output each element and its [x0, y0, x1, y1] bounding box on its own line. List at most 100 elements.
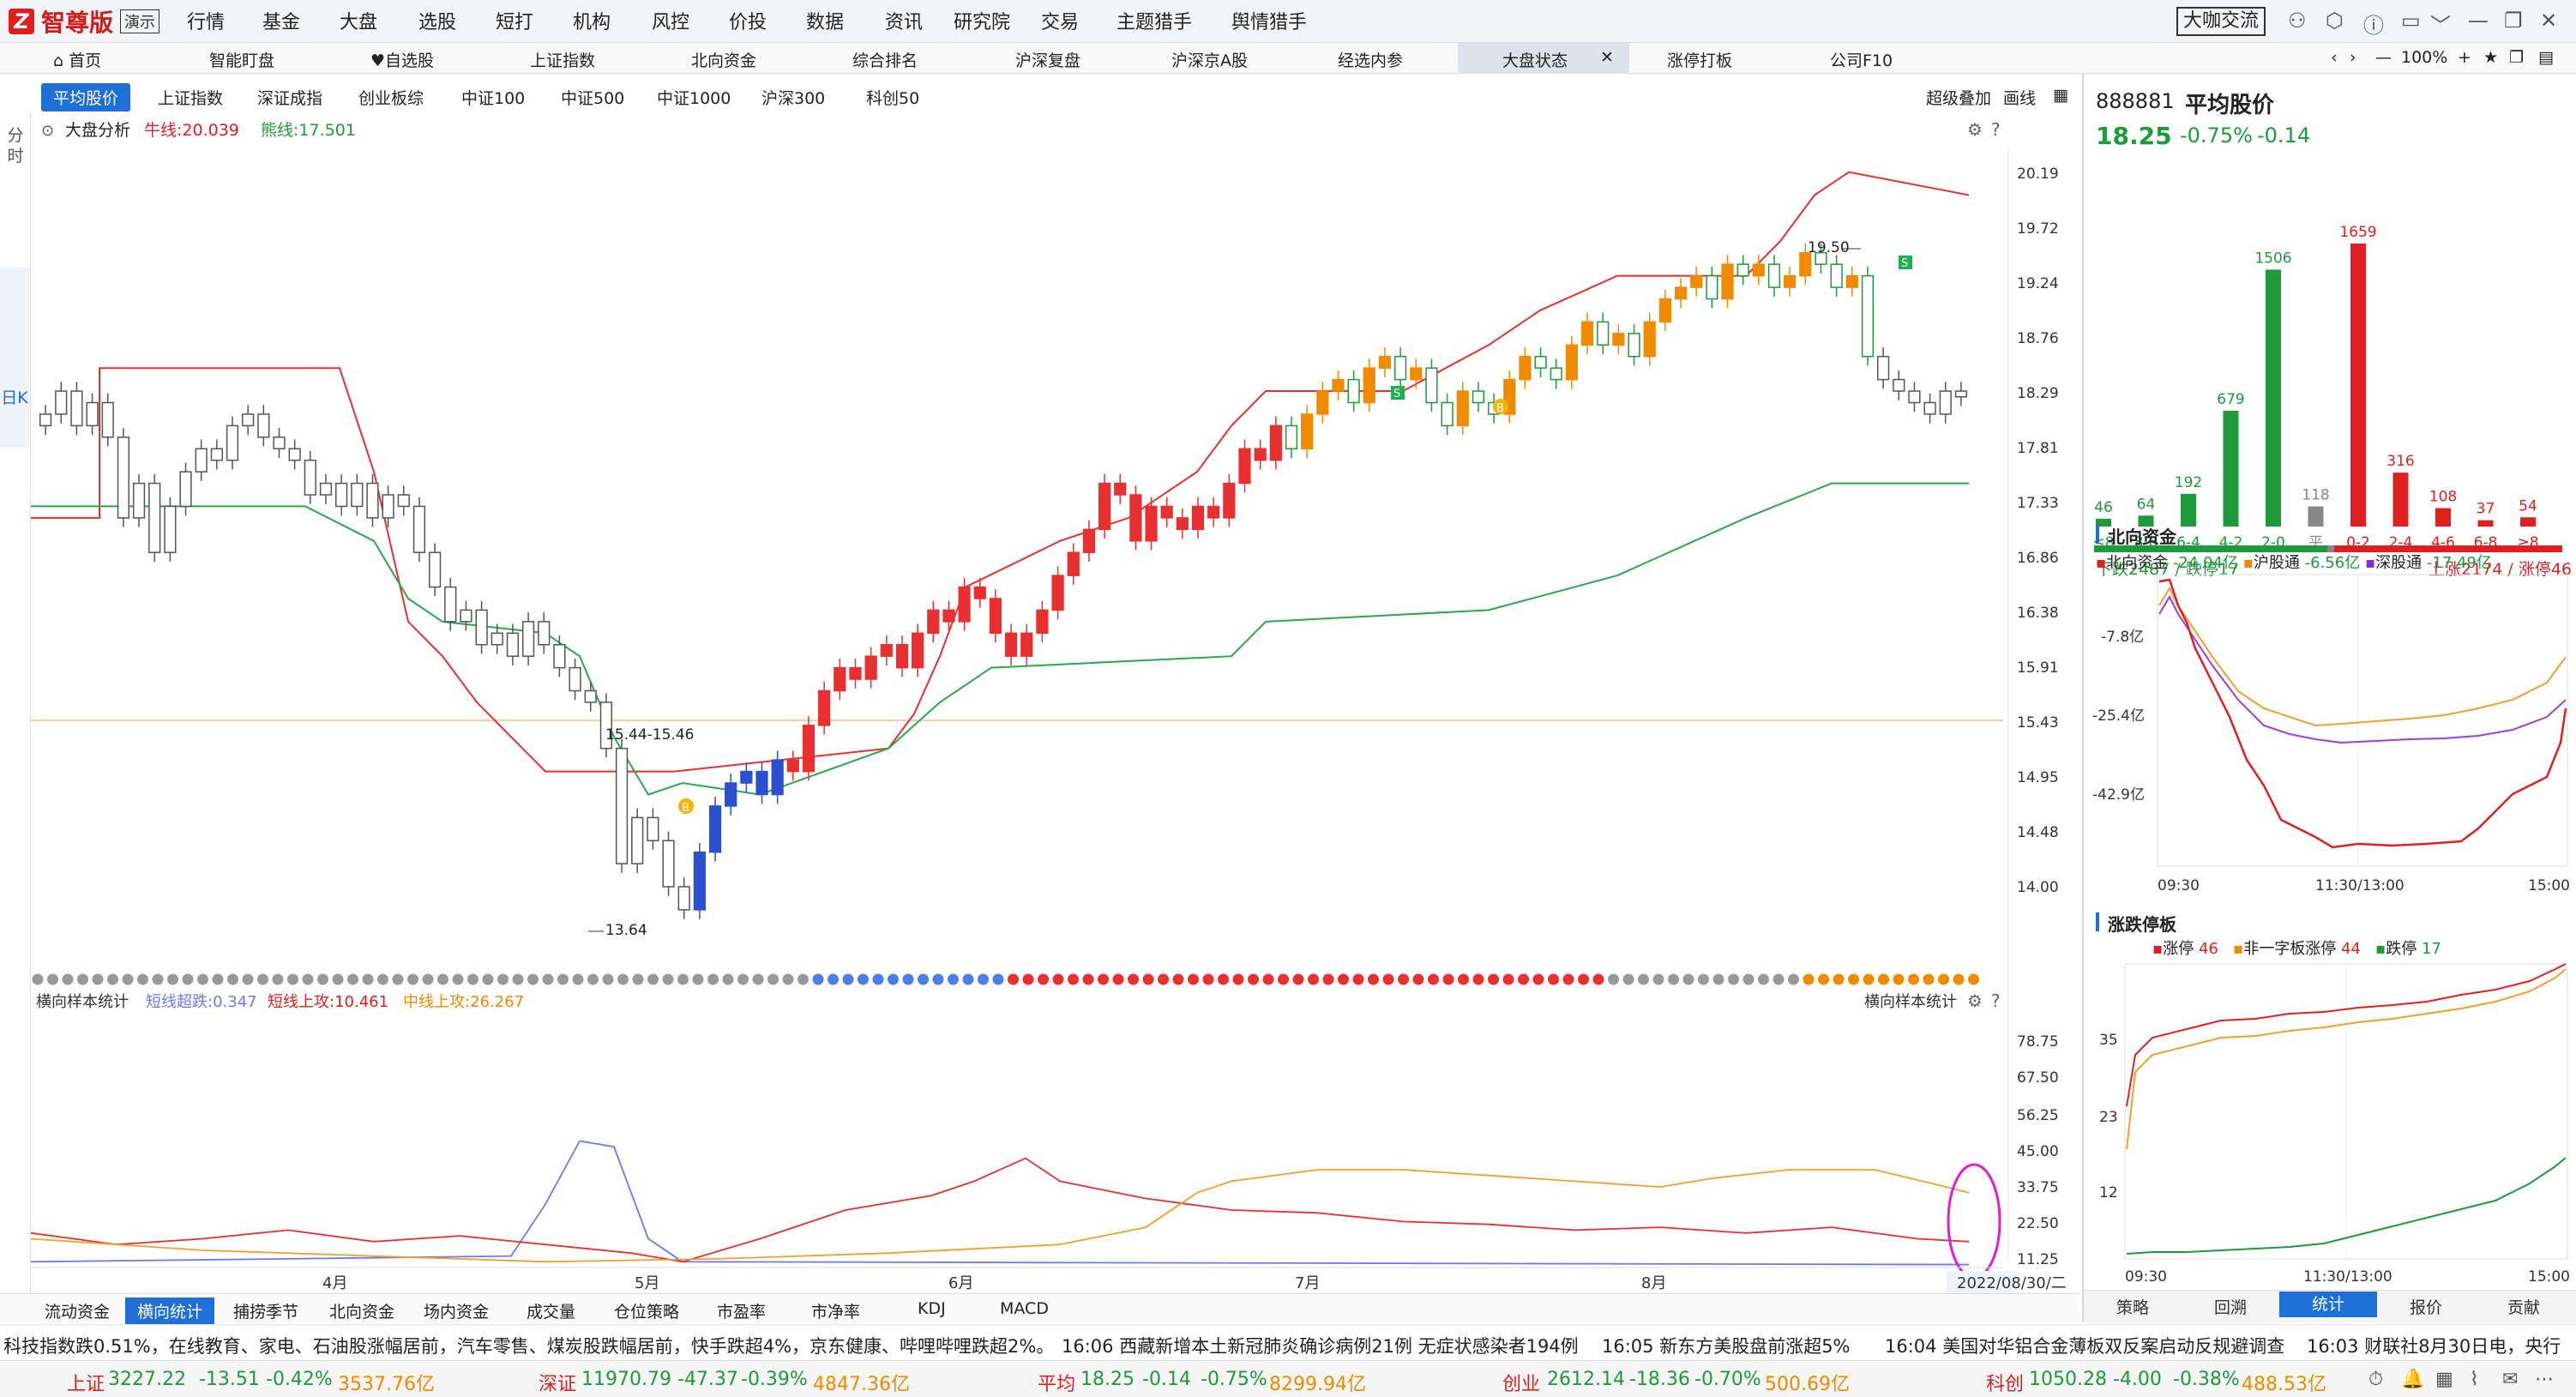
btab-liquidity[interactable]: 流动资金 — [45, 1299, 110, 1322]
index-sh[interactable]: 上证指数 — [158, 86, 223, 109]
menu-stock-pick[interactable]: 选股 — [418, 7, 456, 34]
indicator-toggle-icon[interactable]: ⊙ — [41, 122, 54, 140]
tab-home[interactable]: ⌂ 首页 — [53, 48, 101, 71]
tab-insider[interactable]: 经选内参 — [1338, 48, 1403, 71]
rtab-backtrack[interactable]: 回溯 — [2182, 1295, 2279, 1318]
tab-smart-watch[interactable]: 智能盯盘 — [209, 48, 274, 71]
tab-scroll-right-icon[interactable]: › — [2350, 48, 2356, 67]
btab-volume[interactable]: 成交量 — [527, 1299, 575, 1322]
menu-risk[interactable]: 风控 — [652, 7, 689, 34]
restore-icon[interactable]: ❐ — [2504, 9, 2523, 33]
tab-market-state[interactable]: 大盘状态 — [1502, 48, 1568, 71]
btab-horizontal-stats[interactable]: 横向统计 — [125, 1298, 215, 1324]
menu-research[interactable]: 研究院 — [954, 7, 1010, 34]
tab-sh-index[interactable]: 上证指数 — [530, 48, 595, 71]
draw-line-button[interactable]: 画线 — [2003, 86, 2036, 109]
tab-scroll-left-icon[interactable]: ‹ — [2331, 48, 2338, 67]
tab-close-icon[interactable]: ✕ — [1600, 48, 1614, 67]
menu-value[interactable]: 价投 — [729, 7, 767, 34]
status-bell-icon[interactable]: 🔔 — [2401, 1369, 2424, 1390]
zoom-in-icon[interactable]: + — [2458, 48, 2471, 67]
status-cyb-name[interactable]: 创业 — [1502, 1369, 1540, 1396]
menu-short[interactable]: 短打 — [496, 7, 533, 34]
btab-pe[interactable]: 市盈率 — [717, 1299, 766, 1322]
index-chinext[interactable]: 创业板综 — [358, 86, 424, 109]
help-icon[interactable]: ⓘ — [2363, 9, 2384, 39]
rtab-strategy[interactable]: 策略 — [2084, 1295, 2182, 1318]
menu-fund[interactable]: 基金 — [262, 7, 300, 34]
rtab-quote[interactable]: 报价 — [2377, 1295, 2475, 1318]
zoom-out-icon[interactable]: — — [2375, 48, 2392, 67]
news-item[interactable]: 16:04 美国对华铝合金薄板双反案启动反规避调查 — [1885, 1333, 2284, 1358]
menu-theme-hunter[interactable]: 主题猎手 — [1116, 7, 1192, 34]
menu-data[interactable]: 数据 — [806, 7, 844, 34]
news-item[interactable]: 16:03 财联社8月30日电，央行 — [2307, 1333, 2573, 1358]
index-sz[interactable]: 深证成指 — [257, 86, 322, 109]
tab-a-shares[interactable]: 沪深京A股 — [1171, 48, 1248, 71]
grid-icon[interactable]: ▦ — [2053, 86, 2068, 105]
favorite-icon[interactable]: ★ — [2483, 48, 2498, 67]
status-grid-icon[interactable]: ▦ — [2435, 1369, 2453, 1390]
btab-position[interactable]: 仓位策略 — [614, 1299, 679, 1322]
btab-macd[interactable]: MACD — [1000, 1299, 1049, 1318]
btab-pb[interactable]: 市净率 — [811, 1299, 860, 1322]
btab-onfloor[interactable]: 场内资金 — [424, 1299, 489, 1322]
menu-market[interactable]: 行情 — [187, 7, 225, 34]
status-chat-icon[interactable]: ✉ — [2502, 1369, 2518, 1390]
tab-northbound[interactable]: 北向资金 — [691, 48, 756, 71]
status-sz-name[interactable]: 深证 — [539, 1369, 576, 1396]
menu-news[interactable]: 资讯 — [885, 7, 923, 34]
settings-icon[interactable]: ⬡ — [2326, 9, 2344, 33]
window-icon[interactable]: ❐ — [2509, 48, 2524, 67]
index-csi100[interactable]: 中证100 — [461, 86, 525, 109]
status-clock-icon[interactable]: ⏱ — [2368, 1369, 2383, 1390]
tab-review[interactable]: 沪深复盘 — [1015, 48, 1080, 71]
menu-institution[interactable]: 机构 — [573, 7, 611, 34]
period-daily[interactable]: 日K — [0, 268, 29, 448]
super-overlay-button[interactable]: 超级叠加 — [1926, 86, 1991, 109]
collapse-icon[interactable]: ﹀ — [2430, 9, 2451, 39]
tab-f10[interactable]: 公司F10 — [1830, 48, 1893, 71]
news-item[interactable]: 16:06 西藏新增本土新冠肺炎确诊病例21例 无症状感染者194例 — [1062, 1333, 1579, 1358]
limit-tick: 12 — [2099, 1184, 2118, 1201]
index-csi300[interactable]: 沪深300 — [761, 86, 825, 109]
chart-settings-icon[interactable]: ⚙ — [1967, 119, 1983, 140]
news-ticker[interactable]: 科技指数跌0.51%，在线教育、家电、石油股涨幅居前，汽车零售、煤炭股跌幅居前，… — [0, 1324, 2576, 1358]
sub-help-icon[interactable]: ? — [1991, 991, 2001, 1011]
close-icon[interactable]: ✕ — [2540, 9, 2557, 33]
status-cyb-pct: -0.70% — [1694, 1369, 1761, 1390]
menu-trade[interactable]: 交易 — [1041, 7, 1079, 34]
skin-icon[interactable]: ▭ — [2401, 9, 2421, 33]
tab-limit-up[interactable]: 涨停打板 — [1667, 48, 1732, 71]
news-item[interactable]: 科技指数跌0.51%，在线教育、家电、石油股涨幅居前，汽车零售、煤炭股跌幅居前，… — [3, 1333, 1054, 1358]
index-avg-price[interactable]: 平均股价 — [41, 83, 131, 111]
btab-kdj[interactable]: KDJ — [918, 1299, 946, 1318]
tab-watchlist[interactable]: ♥自选股 — [370, 48, 434, 71]
status-sh-name[interactable]: 上证 — [67, 1369, 105, 1396]
btab-fishing[interactable]: 捕捞季节 — [233, 1299, 298, 1322]
user-icon[interactable]: ⚇ — [2288, 9, 2307, 33]
sub-settings-icon[interactable]: ⚙ — [1967, 991, 1983, 1011]
status-star-name[interactable]: 科创 — [1986, 1369, 2024, 1396]
index-csi500[interactable]: 中证500 — [561, 86, 624, 109]
index-star50[interactable]: 科创50 — [866, 86, 919, 109]
state-dot — [572, 973, 584, 985]
status-chart-icon[interactable]: ⌇ — [2470, 1369, 2479, 1390]
chart-help-icon[interactable]: ? — [1991, 119, 2001, 140]
status-avg-name[interactable]: 平均 — [1038, 1369, 1075, 1396]
menu-broad[interactable]: 大盘 — [340, 7, 377, 34]
main-chart[interactable]: ⊙ 大盘分析 牛线:20.039 熊线:17.501 ⚙ ? 20.19 19.7… — [31, 113, 2082, 1293]
news-item[interactable]: 16:05 新东方美股盘前涨超5% — [1602, 1333, 1851, 1358]
rtab-contribution[interactable]: 贡献 — [2475, 1295, 2573, 1318]
price-tick: 19.24 — [2017, 275, 2059, 292]
status-more-icon[interactable]: ⋯ — [2535, 1369, 2554, 1390]
more-icon[interactable]: ▤ — [2538, 48, 2554, 67]
rtab-stats[interactable]: 统计 — [2279, 1292, 2377, 1317]
index-csi1000[interactable]: 中证1000 — [657, 86, 731, 109]
menu-sentiment-hunter[interactable]: 舆情猎手 — [1231, 7, 1307, 34]
tab-ranking[interactable]: 综合排名 — [852, 48, 918, 71]
period-minute[interactable]: 分时 — [7, 125, 24, 166]
exchange-button[interactable]: 大咖交流 — [2176, 7, 2266, 36]
btab-northbound[interactable]: 北向资金 — [329, 1299, 394, 1322]
minimize-icon[interactable]: — — [2468, 9, 2489, 33]
